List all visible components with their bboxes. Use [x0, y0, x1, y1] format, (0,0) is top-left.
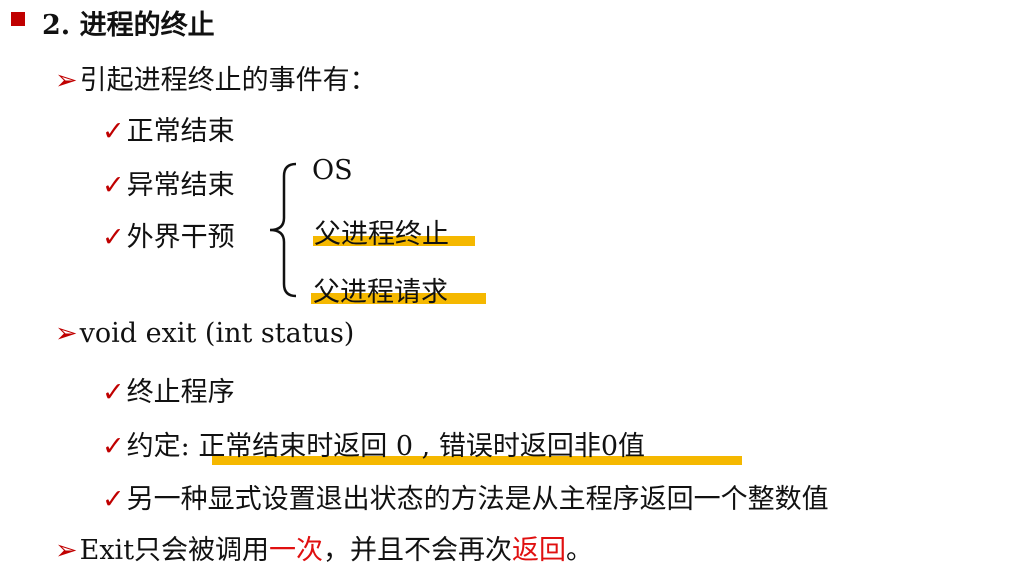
exit-once-red-return: 返回 [512, 535, 567, 566]
arrow-bullet-icon: ➢ [55, 535, 78, 566]
intervention-parent-request: 父进程请求 [313, 277, 448, 308]
exit-item-alternative: ✓另一种显式设置退出状态的方法是从主程序返回一个整数值 [102, 477, 829, 516]
exit-item-convention: ✓约定: 正常结束时返回 0 , 错误时返回非0值 [102, 424, 645, 463]
section-title: 2. 进程的终止 [42, 10, 215, 41]
check-icon: ✓ [102, 222, 125, 253]
exit-once-part1: Exit只会被调用 [79, 535, 270, 566]
event-normal: ✓正常结束 [102, 109, 235, 148]
event-abnormal-text: 异常结束 [126, 170, 235, 201]
check-icon: ✓ [102, 170, 125, 201]
arrow-bullet-icon: ➢ [55, 318, 78, 349]
arrow-bullet-icon: ➢ [55, 65, 78, 96]
event-external: ✓外界干预 [102, 215, 235, 254]
exit-item-terminate-text: 终止程序 [126, 377, 235, 408]
convention-prefix: 约定: [126, 431, 199, 462]
bullet-exit-once: ➢Exit只会被调用一次，并且不会再次返回。 [55, 528, 593, 567]
exit-once-red-once: 一次 [269, 535, 324, 566]
check-icon: ✓ [102, 484, 125, 515]
curly-brace-icon [269, 162, 297, 298]
intervention-os: OS [312, 155, 353, 186]
bullet-events-text: 引起进程终止的事件有： [79, 65, 377, 96]
event-normal-text: 正常结束 [126, 116, 235, 147]
exit-once-part2: ，并且不会再次 [323, 535, 513, 566]
check-icon: ✓ [102, 116, 125, 147]
exit-item-terminate: ✓终止程序 [102, 370, 235, 409]
bullet-exit-signature: ➢void exit (int status) [55, 318, 354, 349]
event-abnormal: ✓异常结束 [102, 163, 235, 202]
intervention-parent-terminate: 父进程终止 [314, 219, 449, 250]
exit-once-part3: 。 [566, 535, 594, 566]
title-square-icon [11, 12, 25, 26]
exit-signature-text: void exit (int status) [79, 318, 355, 349]
bullet-events: ➢引起进程终止的事件有： [55, 58, 377, 97]
convention-body: 正常结束时返回 0 , 错误时返回非0值 [198, 431, 645, 462]
exit-item-alternative-text: 另一种显式设置退出状态的方法是从主程序返回一个整数值 [126, 484, 829, 515]
check-icon: ✓ [102, 431, 125, 462]
check-icon: ✓ [102, 377, 125, 408]
event-external-text: 外界干预 [126, 222, 235, 253]
